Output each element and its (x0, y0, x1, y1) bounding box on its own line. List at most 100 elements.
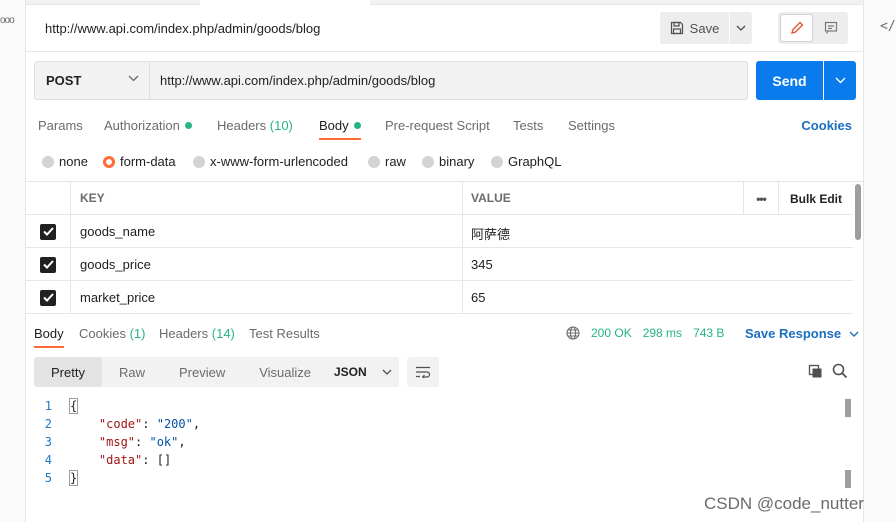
save-dropdown-button[interactable] (730, 12, 752, 44)
response-tab-headers[interactable]: Headers (14) (159, 326, 235, 341)
format-raw[interactable]: Raw (102, 357, 162, 387)
radio-label: x-www-form-urlencoded (210, 154, 348, 169)
format-preview[interactable]: Preview (162, 357, 242, 387)
cookies-link[interactable]: Cookies (801, 118, 852, 133)
search-icon[interactable] (832, 363, 848, 379)
key-cell[interactable]: market_price (71, 281, 463, 314)
radio-none[interactable]: none (42, 154, 88, 169)
value-cell[interactable]: 65 (463, 281, 853, 314)
tab-settings[interactable]: Settings (568, 118, 615, 133)
response-meta: 200 OK 298 ms 743 B (566, 326, 724, 340)
tab-tests[interactable]: Tests (513, 118, 543, 133)
tab-count: (1) (129, 326, 146, 341)
save-button[interactable]: Save (660, 12, 729, 44)
tab-count: (10) (269, 118, 293, 133)
tab-authorization[interactable]: Authorization (104, 118, 192, 133)
code-line: 2 "code": "200", (34, 417, 200, 435)
response-format-bar: Pretty Raw Preview Visualize JSON (34, 357, 439, 387)
send-dropdown-button[interactable] (824, 61, 856, 100)
radio-form-data[interactable]: form-data (103, 154, 176, 169)
radio-circle (103, 155, 115, 168)
row-checkbox[interactable] (40, 289, 56, 306)
method-select[interactable]: POST (34, 61, 150, 100)
editor-scrollbar-top[interactable] (845, 399, 851, 417)
json-punct: , (178, 435, 186, 449)
tab-label: Test Results (249, 326, 320, 341)
radio-circle (42, 155, 54, 168)
send-group: Send (756, 61, 856, 100)
save-group: Save (660, 12, 752, 44)
status-code[interactable]: 200 OK (591, 326, 632, 340)
tab-headers[interactable]: Headers (10) (217, 118, 293, 133)
language-label: JSON (334, 365, 367, 379)
globe-icon[interactable] (566, 326, 580, 340)
wrap-icon (416, 366, 431, 378)
radio-binary[interactable]: binary (422, 154, 474, 169)
save-response-button[interactable]: Save Response (745, 326, 859, 341)
method-label: POST (46, 73, 82, 88)
radio-label: GraphQL (508, 154, 562, 169)
tab-params[interactable]: Params (38, 118, 83, 133)
tab-pre-request-script[interactable]: Pre-request Script (385, 118, 490, 133)
tab-label: Authorization (104, 118, 180, 133)
wrap-lines-button[interactable] (407, 357, 439, 387)
save-response-label: Save Response (745, 326, 842, 341)
value-cell[interactable]: 阿萨德 (463, 215, 853, 248)
copy-icon[interactable] (808, 364, 823, 379)
form-data-table: KEY VALUE ••• Bulk Edit goods_name 阿萨德 g… (26, 181, 863, 314)
json-key: "data" (98, 453, 143, 467)
radio-raw[interactable]: raw (368, 154, 406, 169)
active-tab-indicator (34, 346, 64, 348)
request-header: http://www.api.com/index.php/admin/goods… (26, 5, 863, 52)
chevron-down-icon (835, 77, 845, 84)
response-time[interactable]: 298 ms (643, 326, 682, 340)
tab-label: Body (319, 118, 349, 133)
value-column-header: VALUE (463, 182, 744, 215)
radio-x-www-form-urlencoded[interactable]: x-www-form-urlencoded (193, 154, 348, 169)
language-select[interactable]: JSON (323, 357, 399, 387)
response-size[interactable]: 743 B (693, 326, 724, 340)
radio-circle (422, 155, 434, 168)
documentation-mode-button[interactable] (815, 14, 846, 42)
key-cell[interactable]: goods_name (71, 215, 463, 248)
code-snippet-icon[interactable]: </> (880, 19, 896, 34)
response-tabs: Body Cookies (1) Headers (14) Test Resul… (34, 326, 859, 350)
left-sidebar-strip: ooo (0, 0, 26, 522)
response-body-editor[interactable]: 1{ 2 "code": "200", 3 "msg": "ok", 4 "da… (34, 398, 844, 498)
row-checkbox[interactable] (40, 256, 56, 273)
response-tab-test-results[interactable]: Test Results (249, 326, 320, 341)
table-scrollbar[interactable] (855, 184, 861, 240)
chevron-down-icon (849, 331, 859, 337)
line-number: 3 (44, 435, 52, 449)
edit-mode-button[interactable] (780, 14, 813, 42)
tab-label: Tests (513, 118, 544, 133)
table-row: goods_price 345 (26, 248, 853, 281)
code-line: 5} (34, 470, 79, 489)
radio-circle (193, 155, 205, 168)
bulk-edit-button[interactable]: Bulk Edit (779, 182, 853, 215)
more-icon[interactable]: ooo (0, 15, 15, 26)
radio-label: binary (439, 154, 475, 169)
table-row: market_price 65 (26, 281, 853, 314)
more-options-button[interactable]: ••• (744, 182, 779, 215)
editor-scrollbar-bottom[interactable] (845, 470, 851, 488)
response-tab-body[interactable]: Body (34, 326, 64, 341)
line-number: 1 (44, 399, 52, 413)
send-button[interactable]: Send (756, 61, 823, 100)
radio-circle (368, 155, 380, 168)
format-visualize[interactable]: Visualize (242, 357, 328, 387)
chevron-down-icon (382, 369, 392, 375)
radio-label: raw (385, 154, 406, 169)
response-tab-cookies[interactable]: Cookies (1) (79, 326, 145, 341)
view-mode-toggle (778, 12, 848, 44)
row-checkbox[interactable] (40, 223, 56, 240)
format-pretty[interactable]: Pretty (34, 357, 102, 387)
url-input[interactable] (150, 61, 748, 100)
radio-graphql[interactable]: GraphQL (491, 154, 561, 169)
request-title[interactable]: http://www.api.com/index.php/admin/goods… (45, 21, 320, 36)
value-cell[interactable]: 345 (463, 248, 853, 281)
tab-label: Settings (568, 118, 615, 133)
key-cell[interactable]: goods_price (71, 248, 463, 281)
tab-body[interactable]: Body (319, 118, 361, 133)
checkmark-icon (42, 293, 54, 302)
